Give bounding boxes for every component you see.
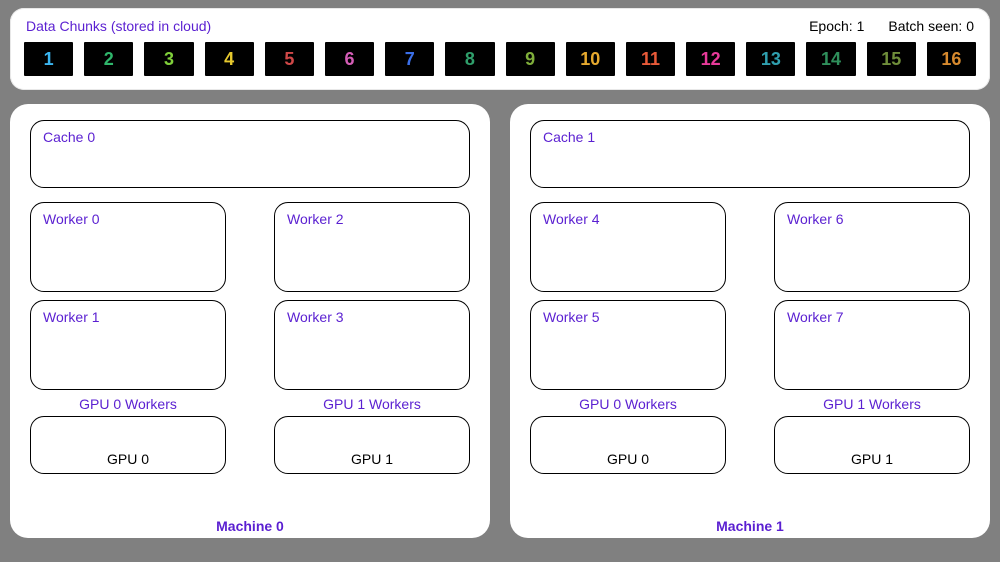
data-chunks-panel: Data Chunks (stored in cloud) Epoch: 1 B…	[10, 8, 990, 90]
data-chunk: 12	[686, 42, 735, 76]
epoch-value: 1	[857, 18, 865, 34]
machines-row: Cache 0Worker 0Worker 1GPU 0 WorkersGPU …	[10, 104, 990, 538]
cache: Cache 0	[30, 120, 470, 188]
top-header: Data Chunks (stored in cloud) Epoch: 1 B…	[22, 18, 978, 40]
data-chunk: 7	[385, 42, 434, 76]
worker: Worker 4	[530, 202, 726, 292]
data-chunk: 5	[265, 42, 314, 76]
cache: Cache 1	[530, 120, 970, 188]
epoch-label: Epoch:	[809, 18, 853, 34]
worker: Worker 1	[30, 300, 226, 390]
gpu-workers-label: GPU 1 Workers	[774, 390, 970, 416]
data-chunk: 1	[24, 42, 73, 76]
gpu: GPU 1	[274, 416, 470, 474]
data-chunk: 6	[325, 42, 374, 76]
data-chunk: 16	[927, 42, 976, 76]
workers-wrap: Worker 2Worker 3	[274, 202, 470, 390]
data-chunk: 2	[84, 42, 133, 76]
workers-wrap: Worker 6Worker 7	[774, 202, 970, 390]
gpu-blocks: Worker 0Worker 1GPU 0 WorkersGPU 0Worker…	[30, 202, 470, 474]
data-chunk: 9	[506, 42, 555, 76]
batch-label: Batch seen:	[888, 18, 962, 34]
gpu-block: Worker 6Worker 7GPU 1 WorkersGPU 1	[774, 202, 970, 474]
worker: Worker 3	[274, 300, 470, 390]
data-chunk: 14	[806, 42, 855, 76]
worker: Worker 2	[274, 202, 470, 292]
data-chunk: 10	[566, 42, 615, 76]
chunks-row: 12345678910111213141516	[22, 40, 978, 78]
data-chunk: 3	[144, 42, 193, 76]
worker: Worker 6	[774, 202, 970, 292]
machine: Cache 1Worker 4Worker 5GPU 0 WorkersGPU …	[510, 104, 990, 538]
epoch-counter: Epoch: 1	[809, 18, 864, 34]
counters: Epoch: 1 Batch seen: 0	[809, 18, 974, 34]
machine-label: Machine 1	[510, 518, 990, 534]
data-chunks-title: Data Chunks (stored in cloud)	[26, 18, 211, 34]
data-chunk: 15	[867, 42, 916, 76]
worker: Worker 7	[774, 300, 970, 390]
data-chunk: 8	[445, 42, 494, 76]
batch-value: 0	[966, 18, 974, 34]
data-chunk: 11	[626, 42, 675, 76]
gpu-blocks: Worker 4Worker 5GPU 0 WorkersGPU 0Worker…	[530, 202, 970, 474]
gpu: GPU 0	[30, 416, 226, 474]
data-chunk: 4	[205, 42, 254, 76]
gpu-workers-label: GPU 0 Workers	[530, 390, 726, 416]
gpu: GPU 0	[530, 416, 726, 474]
gpu-workers-label: GPU 1 Workers	[274, 390, 470, 416]
gpu-workers-label: GPU 0 Workers	[30, 390, 226, 416]
gpu-block: Worker 2Worker 3GPU 1 WorkersGPU 1	[274, 202, 470, 474]
workers-wrap: Worker 4Worker 5	[530, 202, 726, 390]
worker: Worker 0	[30, 202, 226, 292]
machine: Cache 0Worker 0Worker 1GPU 0 WorkersGPU …	[10, 104, 490, 538]
worker: Worker 5	[530, 300, 726, 390]
workers-wrap: Worker 0Worker 1	[30, 202, 226, 390]
data-chunk: 13	[746, 42, 795, 76]
gpu-block: Worker 4Worker 5GPU 0 WorkersGPU 0	[530, 202, 726, 474]
gpu-block: Worker 0Worker 1GPU 0 WorkersGPU 0	[30, 202, 226, 474]
batch-counter: Batch seen: 0	[888, 18, 974, 34]
machine-label: Machine 0	[10, 518, 490, 534]
gpu: GPU 1	[774, 416, 970, 474]
